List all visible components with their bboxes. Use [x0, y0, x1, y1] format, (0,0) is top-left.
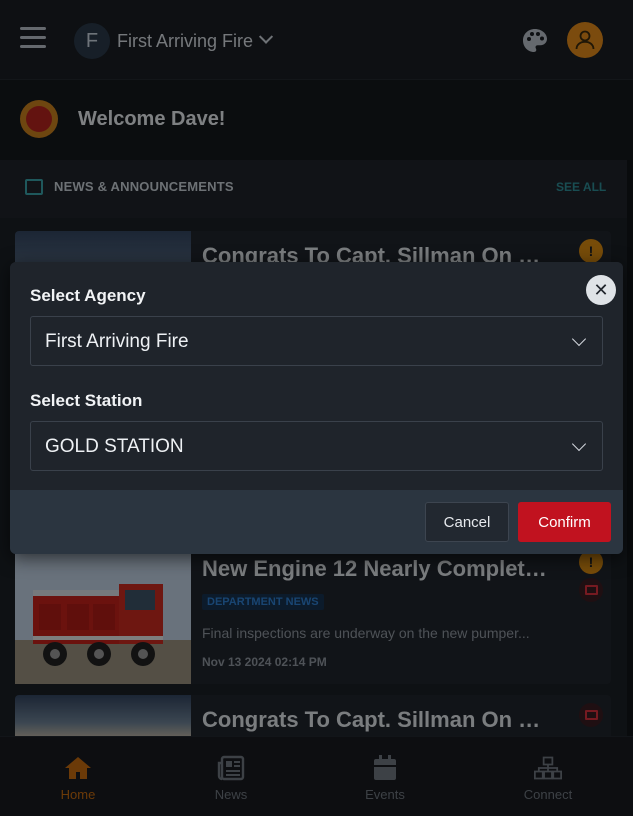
station-label: Select Station: [30, 391, 143, 410]
cancel-button[interactable]: Cancel: [425, 502, 509, 542]
agency-select[interactable]: First Arriving Fire: [30, 316, 603, 366]
select-agency-modal: Select Agency First Arriving Fire Select…: [10, 262, 623, 554]
chevron-down-icon: [571, 436, 587, 452]
modal-footer: Cancel Confirm: [10, 490, 623, 554]
app-page: F First Arriving Fire Welcome Dave! NEWS…: [0, 0, 633, 816]
chevron-down-icon: [571, 331, 587, 347]
agency-select-value: First Arriving Fire: [45, 331, 189, 352]
confirm-button[interactable]: Confirm: [518, 502, 611, 542]
close-icon[interactable]: ✕: [586, 275, 616, 305]
station-select-value: GOLD STATION: [45, 436, 184, 457]
agency-label: Select Agency: [30, 286, 146, 305]
modal-body: Select Agency First Arriving Fire Select…: [10, 262, 623, 490]
station-select[interactable]: GOLD STATION: [30, 421, 603, 471]
